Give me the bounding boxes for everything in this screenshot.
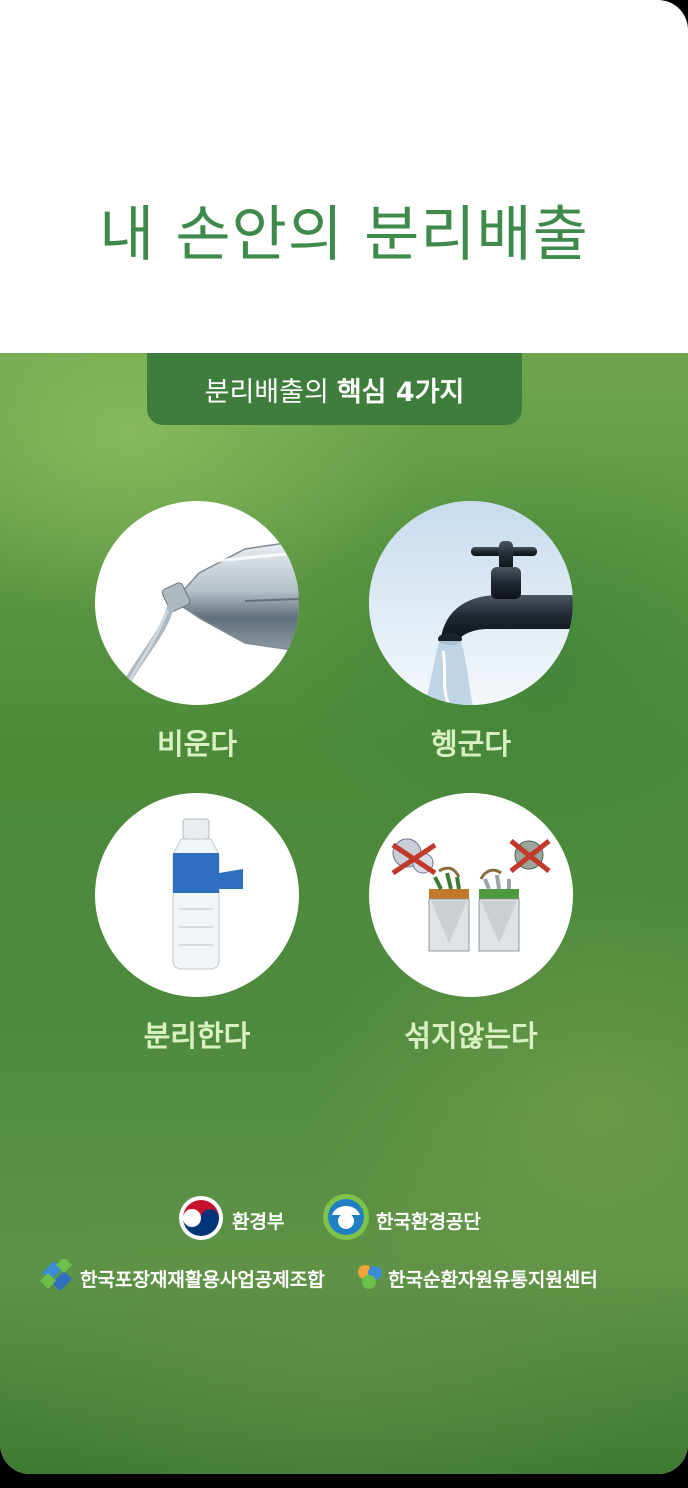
info-panel: 분리배출의 핵심 4가지 비운다 헹군다 분리한다 섞지않는다 환경부 한국환경… bbox=[0, 353, 688, 1474]
step-empty-card[interactable] bbox=[95, 501, 299, 705]
page-title: 내 손안의 분리배출 bbox=[99, 200, 589, 270]
org-krc-name: 한국순환자원유통지원센터 bbox=[388, 1269, 598, 1291]
water-faucet-icon bbox=[369, 501, 573, 705]
korea-taeguk-icon bbox=[179, 1196, 223, 1240]
org-kpa-name: 한국포장재재활용사업공제조합 bbox=[80, 1269, 325, 1291]
pouring-bottle-icon bbox=[121, 540, 299, 693]
keco-logo-icon bbox=[323, 1194, 369, 1240]
sorting-bins-icon bbox=[391, 838, 551, 952]
app-screen: 내 손안의 분리배출 분리배출의 핵심 4가지 비운다 헹군다 분리한다 섞지않… bbox=[0, 0, 688, 1474]
org-keco-name: 한국환경공단 bbox=[376, 1211, 481, 1233]
step-separate-card[interactable] bbox=[95, 793, 299, 997]
banner-highlight: 핵심 4가지 bbox=[336, 376, 465, 408]
step-no-mix-card[interactable] bbox=[369, 793, 573, 997]
step-no-mix-label: 섞지않는다 bbox=[404, 1019, 538, 1053]
org-ministry-name: 환경부 bbox=[232, 1211, 285, 1233]
banner-prefix: 분리배출의 bbox=[204, 376, 329, 408]
step-empty-label: 비운다 bbox=[156, 727, 238, 761]
step-rinse-label: 헹군다 bbox=[430, 727, 512, 761]
step-rinse-card[interactable] bbox=[369, 501, 573, 705]
kpa-logo-icon bbox=[40, 1259, 72, 1291]
step-separate-label: 분리한다 bbox=[143, 1019, 251, 1053]
bottle-label-icon bbox=[172, 818, 243, 970]
section-banner: 분리배출의 핵심 4가지 bbox=[147, 353, 522, 425]
krc-logo-icon bbox=[358, 1265, 382, 1289]
